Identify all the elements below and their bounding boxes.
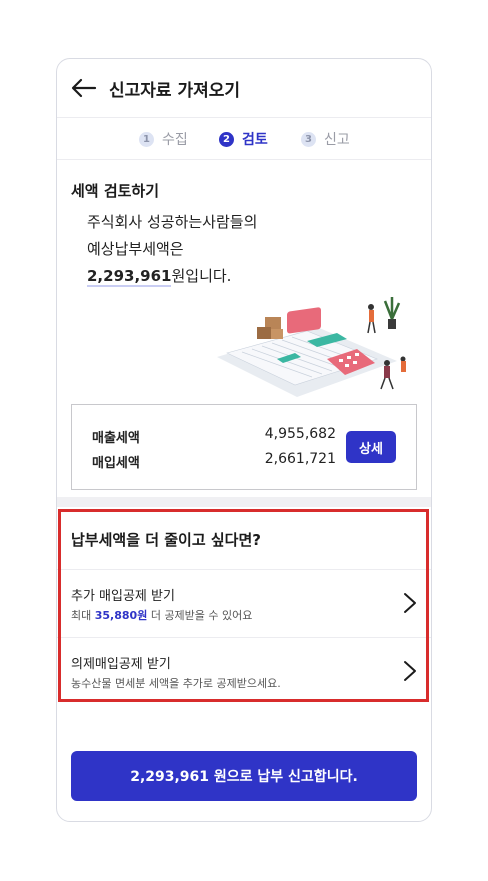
- app-header: 신고자료 가져오기: [57, 59, 431, 118]
- step-number: 3: [301, 131, 316, 147]
- option-title: 의제매입공제 받기: [71, 657, 171, 672]
- step-review: 2 검토: [219, 129, 268, 149]
- page-title: 신고자료 가져오기: [109, 81, 241, 101]
- deduction-amount: 35,880원: [94, 609, 148, 622]
- option-description: 농수산물 면세분 세액을 추가로 공제받으세요.: [71, 677, 281, 690]
- detail-button[interactable]: 상세: [346, 431, 396, 463]
- chevron-right-icon: [404, 593, 416, 613]
- desc-suffix: 더 공제받을 수 있어요: [147, 609, 253, 622]
- step-label: 신고: [324, 132, 350, 148]
- amount-suffix: 원입니다.: [171, 267, 232, 285]
- sales-tax-label: 매출세액: [92, 431, 140, 446]
- tax-amount: 2,293,961: [87, 267, 172, 287]
- section-divider: [57, 497, 431, 507]
- reduce-tax-title: 납부세액을 더 줄이고 싶다면?: [71, 531, 261, 549]
- file-tax-button[interactable]: 2,293,961 원으로 납부 신고합니다.: [71, 751, 417, 801]
- review-section-title: 세액 검토하기: [71, 182, 160, 200]
- app-frame: 신고자료 가져오기 1 수집 2 검토 3 신고 세액 검토하기 주식회사 성공…: [56, 58, 432, 822]
- step-collect: 1 수집: [139, 129, 188, 149]
- desc-prefix: 최대: [71, 609, 95, 622]
- option-description: 최대 35,880원 더 공제받을 수 있어요: [71, 607, 252, 623]
- purchase-tax-label: 매입세액: [92, 456, 140, 471]
- tax-totals-box: 매출세액 4,955,682 매입세액 2,661,721 상세: [71, 404, 417, 490]
- chevron-right-icon: [404, 661, 416, 681]
- step-file: 3 신고: [301, 129, 350, 149]
- tax-review-illustration: [217, 297, 406, 397]
- reduce-tax-section: 납부세액을 더 줄이고 싶다면? 추가 매입공제 받기 최대 35,880원 더…: [57, 507, 431, 707]
- step-number: 2: [219, 131, 234, 147]
- step-label: 검토: [242, 132, 268, 148]
- company-line: 주식회사 성공하는사람들의: [87, 213, 258, 231]
- option-deemed-purchase-deduction[interactable]: 의제매입공제 받기 농수산물 면세분 세액을 추가로 공제받으세요.: [57, 637, 431, 706]
- step-number: 1: [139, 131, 154, 147]
- back-arrow-icon[interactable]: [71, 75, 97, 101]
- amount-line: 2,293,961원입니다.: [87, 263, 257, 290]
- tax-summary: 주식회사 성공하는사람들의 예상납부세액은 2,293,961원입니다.: [87, 209, 257, 290]
- step-indicator: 1 수집 2 검토 3 신고: [57, 117, 431, 160]
- step-label: 수집: [162, 132, 188, 148]
- option-extra-purchase-deduction[interactable]: 추가 매입공제 받기 최대 35,880원 더 공제받을 수 있어요: [57, 569, 431, 638]
- purchase-tax-value: 2,661,721: [264, 451, 336, 467]
- option-title: 추가 매입공제 받기: [71, 589, 175, 604]
- sales-tax-value: 4,955,682: [264, 426, 336, 442]
- expected-tax-line: 예상납부세액은: [87, 240, 184, 258]
